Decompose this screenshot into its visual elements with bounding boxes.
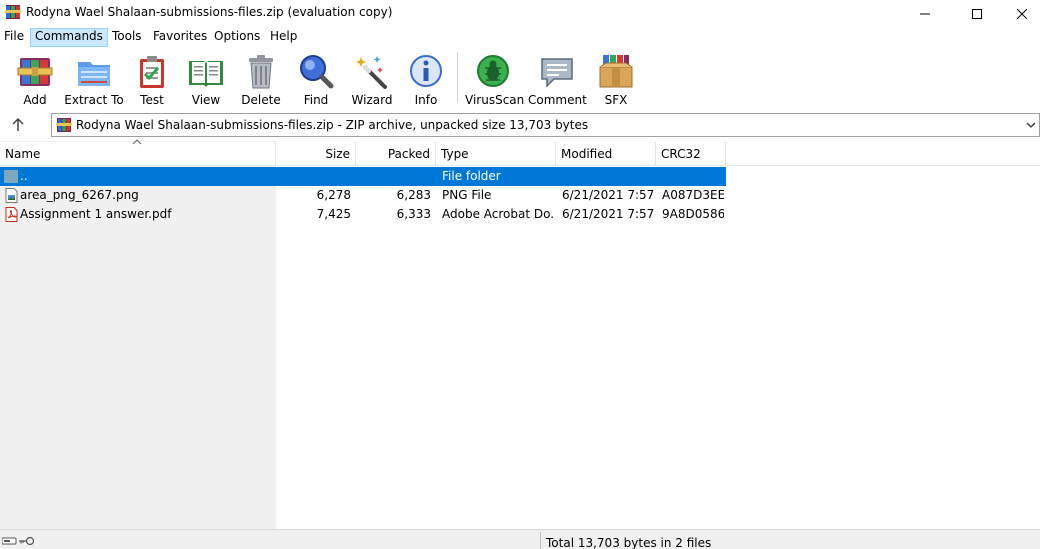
view-label: View	[191, 93, 221, 107]
info-button[interactable]: Info	[404, 51, 448, 107]
file-name: Assignment 1 answer.pdf	[20, 207, 172, 221]
test-button[interactable]: Test	[130, 51, 174, 107]
wizard-label: Wizard	[351, 93, 393, 107]
find-button[interactable]: Find	[294, 51, 338, 107]
parent-folder-icon	[4, 170, 18, 183]
column-crc32[interactable]: CRC32	[656, 142, 726, 166]
file-crc32: 9A8D0586	[662, 207, 724, 221]
view-button[interactable]: View	[182, 51, 230, 107]
find-label: Find	[303, 93, 329, 107]
table-row[interactable]: area_png_6267.png 6,278 6,283 PNG File 6…	[0, 186, 726, 205]
info-label: Info	[414, 93, 438, 107]
file-size: 6,278	[316, 188, 351, 202]
column-size[interactable]: Size	[276, 142, 356, 166]
extract-folder-icon	[78, 62, 110, 86]
virusscan-label: VirusScan	[465, 93, 525, 107]
minimize-button[interactable]	[902, 0, 948, 27]
comment-label: Comment	[528, 93, 587, 107]
maximize-button[interactable]	[954, 0, 1000, 27]
add-archive-icon	[17, 58, 53, 86]
file-type: File folder	[442, 169, 501, 183]
close-icon	[1017, 8, 1027, 19]
extract-to-label: Extract To	[64, 93, 124, 107]
menu-commands[interactable]: Commands	[30, 28, 108, 47]
file-packed: 6,333	[396, 207, 431, 221]
menu-tools[interactable]: Tools	[108, 28, 146, 47]
toolbar-separator	[457, 52, 458, 102]
maximize-icon	[972, 8, 982, 19]
file-name: ..	[20, 169, 28, 183]
toolbar: Add Extract To Test View Delete Find Wiz…	[0, 47, 1040, 109]
menu-favorites[interactable]: Favorites	[149, 28, 211, 47]
minimize-icon	[920, 13, 930, 14]
file-name: area_png_6267.png	[20, 188, 139, 202]
bug-scan-icon	[477, 55, 509, 87]
menu-options[interactable]: Options	[210, 28, 264, 47]
drive-key-icon	[2, 536, 35, 546]
add-label: Add	[23, 93, 47, 107]
file-packed	[356, 167, 431, 186]
close-button[interactable]	[999, 0, 1040, 27]
winrar-app-icon[interactable]	[5, 4, 21, 20]
file-crc32	[662, 167, 724, 186]
file-type: PNG File	[442, 188, 492, 202]
file-modified: 6/21/2021 7:57 ...	[562, 207, 654, 221]
status-bar: Total 13,703 bytes in 2 files	[0, 529, 1040, 549]
sfx-label: SFX	[604, 93, 628, 107]
status-total: Total 13,703 bytes in 2 files	[546, 536, 712, 549]
zip-archive-icon	[56, 118, 72, 132]
file-list: Name Size Packed Type Modified CRC32 .. …	[0, 139, 1040, 529]
magnifier-icon	[300, 55, 334, 89]
file-size	[276, 167, 351, 186]
column-packed[interactable]: Packed	[356, 142, 436, 166]
status-divider	[540, 532, 541, 549]
delete-label: Delete	[241, 93, 281, 107]
magic-wand-icon	[356, 56, 387, 89]
virusscan-button[interactable]: VirusScan	[465, 51, 525, 107]
address-text: Rodyna Wael Shalaan-submissions-files.zi…	[76, 118, 589, 132]
up-arrow-icon[interactable]	[10, 117, 26, 133]
table-row[interactable]: Assignment 1 answer.pdf 7,425 6,333 Adob…	[0, 205, 726, 224]
extract-to-button[interactable]: Extract To	[63, 51, 125, 107]
address-bar: Rodyna Wael Shalaan-submissions-files.zi…	[0, 110, 1040, 140]
comment-button[interactable]: Comment	[528, 51, 587, 107]
view-book-icon	[189, 61, 223, 87]
address-field[interactable]: Rodyna Wael Shalaan-submissions-files.zi…	[51, 113, 1040, 137]
test-clipboard-icon	[140, 56, 164, 88]
pdf-file-icon	[5, 207, 18, 222]
menu-bar: File Commands Tools Favorites Options He…	[0, 27, 1040, 47]
window-title: Rodyna Wael Shalaan-submissions-files.zi…	[26, 5, 393, 19]
png-file-icon	[5, 188, 18, 203]
file-crc32: A087D3EE	[662, 188, 724, 202]
file-modified: 6/21/2021 7:57 ...	[562, 188, 654, 202]
comment-bubble-icon	[541, 58, 573, 88]
add-button[interactable]: Add	[10, 51, 60, 107]
column-header-row: Name Size Packed Type Modified CRC32	[0, 139, 1040, 166]
wizard-button[interactable]: Wizard	[348, 51, 396, 107]
column-type[interactable]: Type	[436, 142, 556, 166]
trash-bin-icon	[249, 55, 273, 89]
menu-file[interactable]: File	[0, 28, 28, 47]
column-name[interactable]: Name	[0, 142, 276, 166]
menu-help[interactable]: Help	[266, 28, 301, 47]
file-type: Adobe Acrobat Do...	[442, 207, 554, 221]
chevron-down-icon[interactable]	[1025, 119, 1037, 131]
table-row[interactable]: .. File folder	[0, 167, 726, 186]
sfx-box-icon	[599, 55, 633, 88]
test-label: Test	[140, 93, 164, 107]
info-icon	[410, 55, 442, 87]
sfx-button[interactable]: SFX	[594, 51, 638, 107]
file-size: 7,425	[316, 207, 351, 221]
delete-button[interactable]: Delete	[238, 51, 284, 107]
file-modified	[562, 167, 654, 186]
title-bar: Rodyna Wael Shalaan-submissions-files.zi…	[0, 0, 1040, 27]
file-packed: 6,283	[396, 188, 431, 202]
column-modified[interactable]: Modified	[556, 142, 656, 166]
